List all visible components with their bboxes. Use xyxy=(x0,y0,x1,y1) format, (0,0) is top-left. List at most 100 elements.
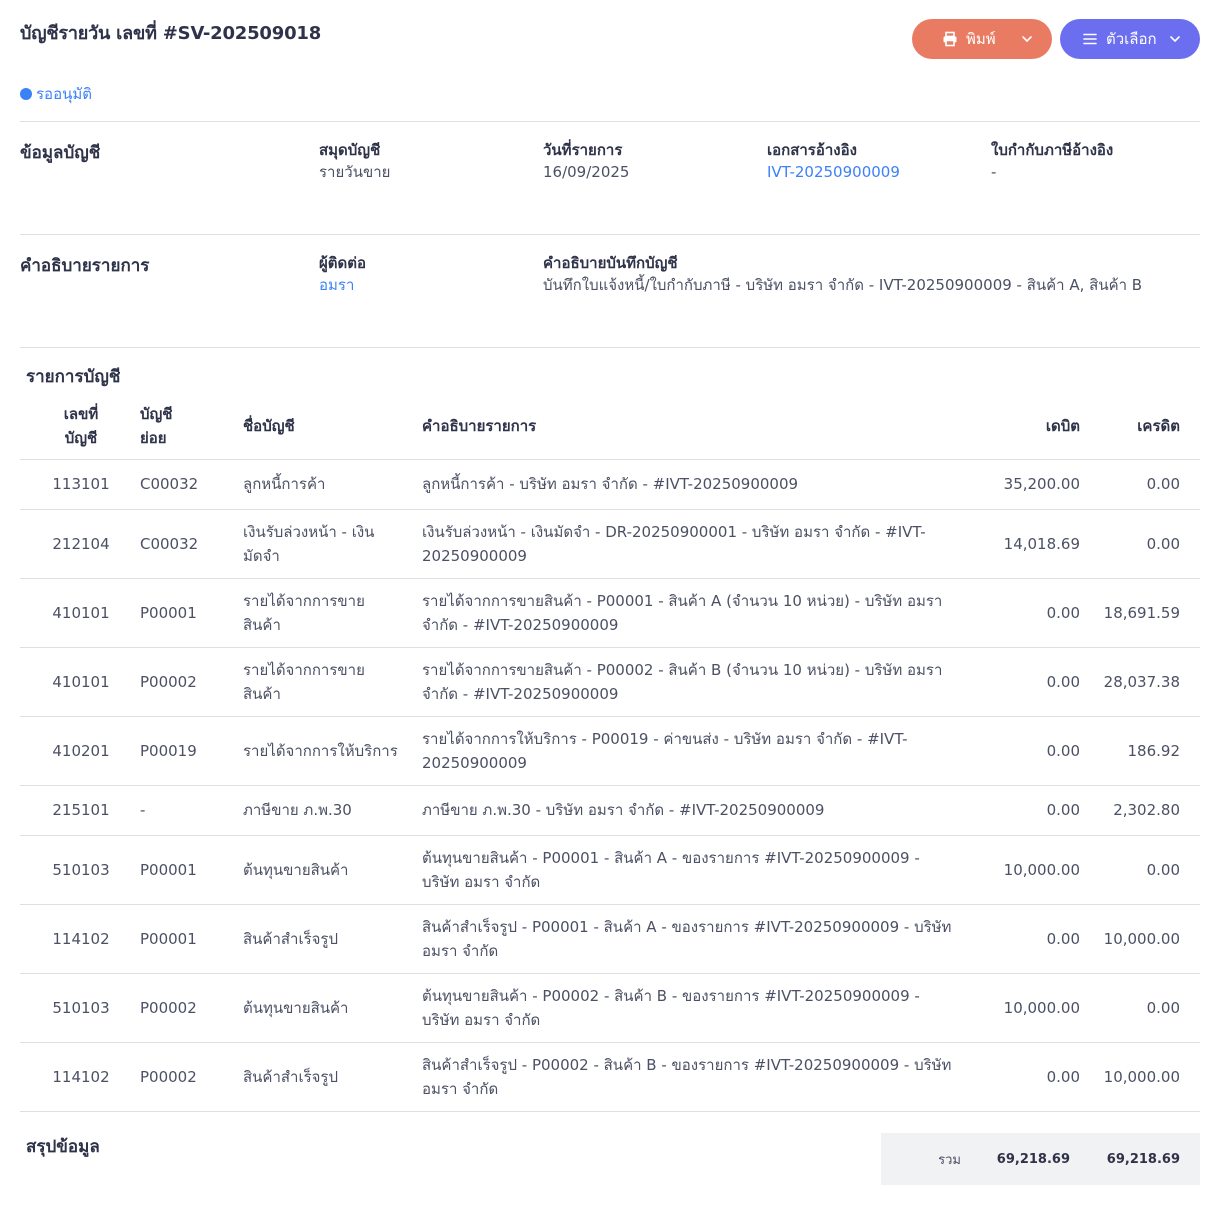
sub-account-cell: P00002 xyxy=(140,1042,243,1112)
print-button[interactable]: พิมพ์ xyxy=(912,19,1052,59)
credit-cell: 0.00 xyxy=(1100,973,1200,1043)
divider xyxy=(20,234,1200,235)
table-row: 410201 P00019 รายได้จากการให้บริการ รายได้จ… xyxy=(20,716,1200,786)
date-label: วันที่รายการ xyxy=(543,141,623,159)
account-no-cell: 114102 xyxy=(20,904,140,974)
ref-doc-field: เอกสารอ้างอิง IVT-20250900009 xyxy=(767,139,900,183)
sub-account-cell: C00032 xyxy=(140,509,243,579)
chevron-down-icon xyxy=(1020,32,1034,46)
description-cell: รายได้จากการให้บริการ - P00019 - ค่าขนส่… xyxy=(422,716,990,786)
credit-cell: 10,000.00 xyxy=(1100,1042,1200,1112)
account-name-cell: ต้นทุนขายสินค้า xyxy=(243,973,422,1043)
status-badge: รออนุมัติ xyxy=(20,82,92,106)
account-no-cell: 510103 xyxy=(20,973,140,1043)
book-value: รายวันขาย xyxy=(319,163,391,181)
divider xyxy=(20,121,1200,122)
credit-cell: 28,037.38 xyxy=(1100,647,1200,717)
date-field: วันที่รายการ 16/09/2025 xyxy=(543,139,629,183)
total-debit: 69,218.69 xyxy=(996,1151,1070,1167)
debit-cell: 0.00 xyxy=(990,904,1100,974)
debit-cell: 0.00 xyxy=(990,785,1100,836)
contact-field: ผู้ติดต่อ อมรา xyxy=(319,252,366,296)
page-title: บัญชีรายวัน เลขที่ #SV-202509018 xyxy=(20,23,322,44)
table-row: 510103 P00001 ต้นทุนขายสินค้า ต้นทุนขายสินค… xyxy=(20,835,1200,905)
divider xyxy=(20,347,1200,348)
page-header: บัญชีรายวัน เลขที่ #SV-202509018 พิมพ์ ต… xyxy=(20,18,1200,62)
memo-label: คำอธิบายบันทึกบัญชี xyxy=(543,254,678,272)
contact-label: ผู้ติดต่อ xyxy=(319,254,367,272)
ref-doc-label: เอกสารอ้างอิง xyxy=(767,141,857,159)
memo-value: บันทึกใบแจ้งหนี้/ใบกำกับภาษี - บริษัท อม… xyxy=(543,276,1143,294)
ref-doc-link[interactable]: IVT-20250900009 xyxy=(767,161,900,183)
account-name-cell: รายได้จากการขายสินค้า xyxy=(243,578,422,648)
entries-title: รายการบัญชี xyxy=(26,367,121,387)
sub-account-cell: P00002 xyxy=(140,647,243,717)
options-button[interactable]: ตัวเลือก xyxy=(1060,19,1200,59)
account-no-cell: 114102 xyxy=(20,1042,140,1112)
debit-cell: 35,200.00 xyxy=(990,459,1100,510)
credit-cell: 10,000.00 xyxy=(1100,904,1200,974)
account-name-cell: ลูกหนี้การค้า xyxy=(243,459,422,510)
table-header-row: เลขที่ บัญชี บัญชี ย่อย ชื่อบัญชี คำอธิบาย… xyxy=(20,393,1200,460)
credit-cell: 0.00 xyxy=(1100,835,1200,905)
description-cell: เงินรับล่วงหน้า - เงินมัดจำ - DR-2025090… xyxy=(422,509,990,579)
table-row: 410101 P00001 รายได้จากการขายสินค้า รายได้จ… xyxy=(20,578,1200,648)
description-cell: ต้นทุนขายสินค้า - P00001 - สินค้า A - ขอ… xyxy=(422,835,990,905)
sub-account-cell: P00019 xyxy=(140,716,243,786)
sub-account-cell: P00002 xyxy=(140,973,243,1043)
debit-cell: 10,000.00 xyxy=(990,973,1100,1043)
tax-ref-field: ใบกำกับภาษีอ้างอิง - xyxy=(991,139,1113,183)
account-no-cell: 510103 xyxy=(20,835,140,905)
description-cell: สินค้าสำเร็จรูป - P00002 - สินค้า B - ขอ… xyxy=(422,1042,990,1112)
description-cell: ต้นทุนขายสินค้า - P00002 - สินค้า B - ขอ… xyxy=(422,973,990,1043)
contact-link[interactable]: อมรา xyxy=(319,274,366,296)
table-row: 212104 C00032 เงินรับล่วงหน้า - เงินมัดจำเ… xyxy=(20,509,1200,579)
debit-cell: 0.00 xyxy=(990,647,1100,717)
printer-icon xyxy=(942,31,958,47)
col-debit: เดบิต xyxy=(990,393,1100,460)
book-field: สมุดบัญชี รายวันขาย xyxy=(319,139,390,183)
memo-field: คำอธิบายบันทึกบัญชี บันทึกใบแจ้งหนี้/ใบก… xyxy=(543,252,1193,296)
col-credit: เครดิต xyxy=(1100,393,1200,460)
col-description: คำอธิบายรายการ xyxy=(422,393,990,460)
account-name-cell: สินค้าสำเร็จรูป xyxy=(243,904,422,974)
date-value: 16/09/2025 xyxy=(543,163,630,181)
sub-account-cell: - xyxy=(140,785,243,836)
debit-cell: 0.00 xyxy=(990,578,1100,648)
sub-account-cell: P00001 xyxy=(140,578,243,648)
account-no-cell: 410201 xyxy=(20,716,140,786)
table-row: 114102 P00002 สินค้าสำเร็จรูป สินค้าสำเร็จร… xyxy=(20,1042,1200,1112)
debit-cell: 10,000.00 xyxy=(990,835,1100,905)
print-button-label: พิมพ์ xyxy=(966,30,996,48)
summary-title: สรุปข้อมูล xyxy=(26,1137,100,1157)
table-row: 215101- ภาษีขาย ภ.พ.30 ภาษีขาย ภ.พ.30 - บร… xyxy=(20,785,1200,836)
tax-ref-label: ใบกำกับภาษีอ้างอิง xyxy=(991,141,1114,159)
table-row: 113101 C00032 ลูกหนี้การค้า ลูกหนี้การค้า -… xyxy=(20,459,1200,510)
table-row: 114102 P00001 สินค้าสำเร็จรูป สินค้าสำเร็จร… xyxy=(20,904,1200,974)
col-account-no: เลขที่ บัญชี xyxy=(20,393,140,460)
sub-account-cell: P00001 xyxy=(140,835,243,905)
table-row: 410101 P00002 รายได้จากการขายสินค้า รายได้จ… xyxy=(20,647,1200,717)
options-button-label: ตัวเลือก xyxy=(1106,30,1157,48)
account-no-cell: 212104 xyxy=(20,509,140,579)
total-label: รวม xyxy=(938,1152,961,1168)
account-name-cell: รายได้จากการให้บริการ xyxy=(243,716,422,786)
account-name-cell: เงินรับล่วงหน้า - เงินมัดจำ xyxy=(243,509,422,579)
debit-cell: 0.00 xyxy=(990,1042,1100,1112)
account-no-cell: 410101 xyxy=(20,578,140,648)
account-no-cell: 113101 xyxy=(20,459,140,510)
description-cell: ลูกหนี้การค้า - บริษัท อมรา จำกัด - #IVT… xyxy=(422,459,990,510)
credit-cell: 186.92 xyxy=(1100,716,1200,786)
col-account-name: ชื่อบัญชี xyxy=(243,393,422,460)
summary-total-row: รวม 69,218.69 69,218.69 xyxy=(881,1133,1200,1185)
status-label: รออนุมัติ xyxy=(36,85,92,103)
account-name-cell: ภาษีขาย ภ.พ.30 xyxy=(243,785,422,836)
account-name-cell: ต้นทุนขายสินค้า xyxy=(243,835,422,905)
account-name-cell: รายได้จากการขายสินค้า xyxy=(243,647,422,717)
account-no-cell: 215101 xyxy=(20,785,140,836)
description-cell: ภาษีขาย ภ.พ.30 - บริษัท อมรา จำกัด - #IV… xyxy=(422,785,990,836)
debit-cell: 14,018.69 xyxy=(990,509,1100,579)
sub-account-cell: C00032 xyxy=(140,459,243,510)
tax-ref-value: - xyxy=(991,163,997,181)
credit-cell: 0.00 xyxy=(1100,509,1200,579)
